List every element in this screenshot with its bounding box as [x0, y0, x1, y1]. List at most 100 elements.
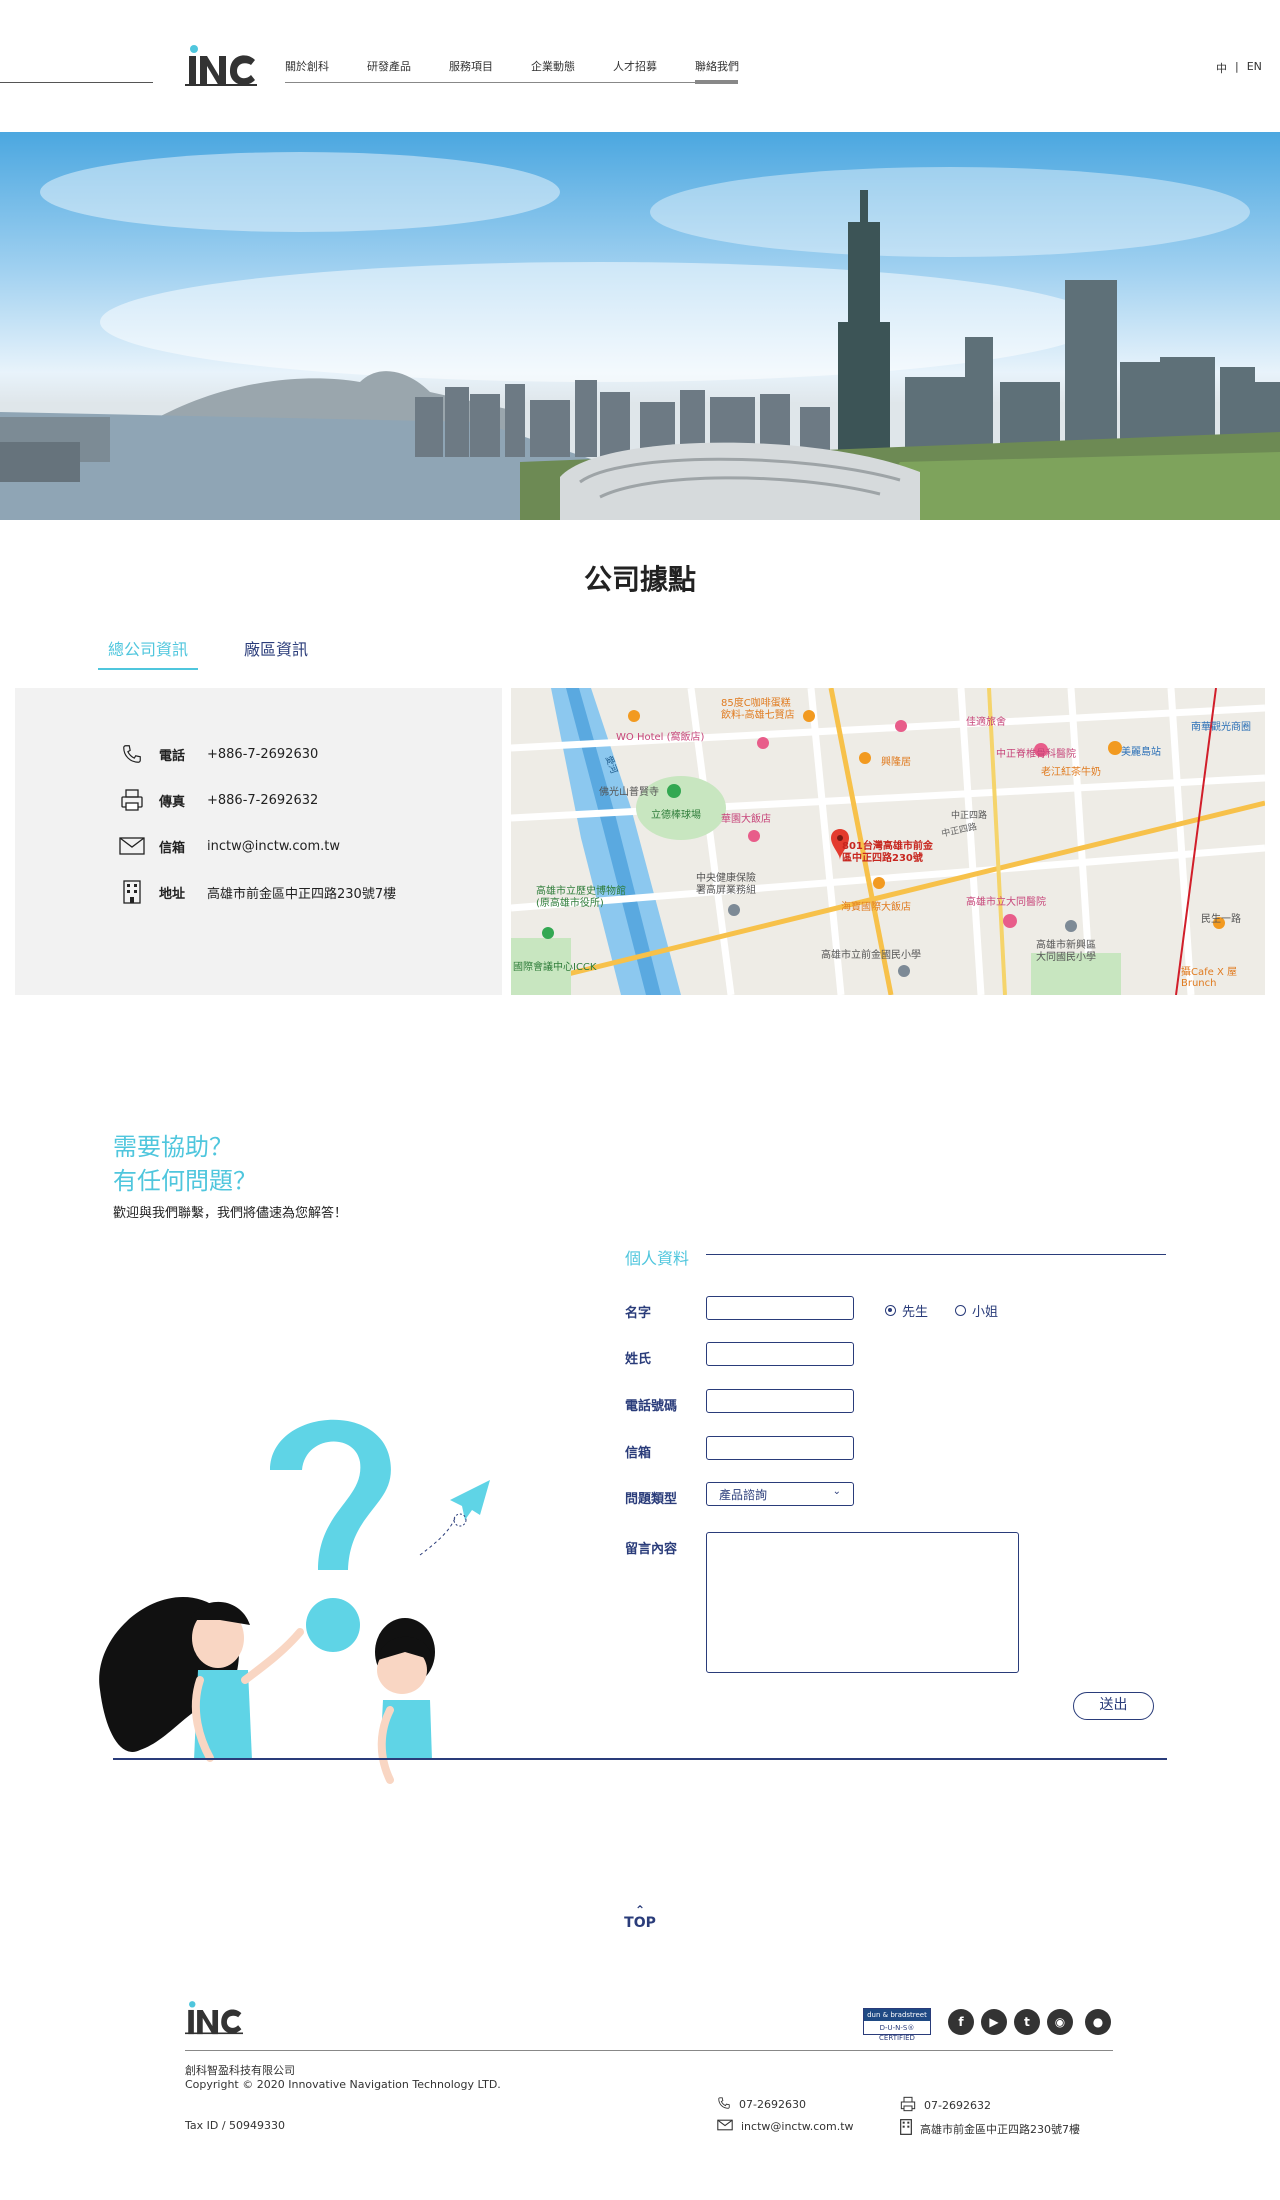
radio-mr-dot[interactable]: [885, 1305, 896, 1316]
surname-label: 姓氏: [625, 1352, 652, 1367]
email-form-label: 信箱: [625, 1446, 652, 1461]
lang-zh[interactable]: 中: [1216, 60, 1227, 76]
map-place: 民生一路: [1201, 914, 1241, 925]
help-heading: 需要協助？ 有任何問題？: [113, 1130, 257, 1198]
lang-divider: |: [1235, 60, 1239, 73]
map-place: 華園大飯店: [721, 814, 771, 825]
twitter-icon[interactable]: t: [1014, 2009, 1040, 2035]
info-email-row: 信箱 inctw@inctw.com.tw: [119, 832, 340, 860]
line-icon[interactable]: ●: [1085, 2009, 1111, 2035]
email-input[interactable]: [706, 1436, 854, 1460]
form-heading-line: [706, 1254, 1166, 1255]
back-to-top-button[interactable]: ⌃ TOP: [615, 1903, 665, 1931]
phone-icon: [119, 741, 145, 767]
lang-en[interactable]: EN: [1247, 60, 1262, 76]
fax-icon: [900, 2096, 916, 2115]
form-section-heading: 個人資料: [625, 1249, 690, 1268]
nav-careers[interactable]: 人才招募: [613, 60, 695, 84]
surname-input[interactable]: [706, 1342, 854, 1366]
question-type-label: 問題類型: [625, 1492, 678, 1507]
location-map[interactable]: 801台灣高雄市前金 區中正四路230號 85度C咖啡蛋糕 飲料-高雄七賢店 W…: [511, 688, 1265, 995]
map-place: 國際會議中心ICCK: [513, 962, 597, 973]
site-header: 關於創科 研發產品 服務項目 企業動態 人才招募 聯絡我們 中 | EN: [0, 0, 1280, 132]
map-place: 高雄市立前金國民小學: [821, 950, 921, 961]
map-place: 南華觀光商圈: [1191, 722, 1251, 733]
radio-mr[interactable]: 先生: [885, 1301, 928, 1320]
nav-about[interactable]: 關於創科: [285, 60, 367, 84]
section-divider: [113, 1758, 1167, 1760]
language-switch: 中 | EN: [1216, 60, 1262, 76]
name-label: 名字: [625, 1306, 652, 1321]
footer-email-value[interactable]: inctw@inctw.com.tw: [741, 2120, 854, 2133]
info-address-row: 地址 高雄市前金區中正四路230號7樓: [119, 878, 396, 906]
message-textarea[interactable]: [706, 1532, 1019, 1673]
map-place: 海寶國際大飯店: [841, 902, 911, 913]
company-info-panel: 電話 +886-7-2692630 傳真 +886-7-2692632 信箱 i…: [15, 688, 502, 995]
map-place: (原高雄市役所): [536, 898, 604, 909]
map-place: 高雄市立歷史博物館: [536, 886, 626, 897]
email-value[interactable]: inctw@inctw.com.tw: [207, 839, 340, 854]
footer-address-value: 高雄市前金區中正四路230號7樓: [920, 2122, 1080, 2136]
tab-headquarters[interactable]: 總公司資訊: [98, 632, 199, 670]
map-place: 佛光山普賢寺: [599, 787, 659, 798]
youtube-icon[interactable]: ▶: [981, 2009, 1007, 2035]
dnb-certified-badge[interactable]: dun & bradstreet D-U-N-S® CERTIFIED: [863, 2008, 931, 2042]
city-skyline-image: [0, 152, 1280, 520]
inc-logo[interactable]: [185, 44, 257, 88]
email-label: 信箱: [159, 840, 186, 856]
question-type-select[interactable]: 產品諮詢 ⌄: [706, 1482, 854, 1506]
instagram-icon[interactable]: ◉: [1047, 2009, 1073, 2035]
footer-tax-id: Tax ID / 50949330: [185, 2119, 286, 2132]
info-fax-row: 傳真 +886-7-2692632: [119, 786, 318, 814]
hero-banner: [0, 132, 1280, 520]
chevron-up-icon: ⌃: [634, 1903, 646, 1917]
chevron-down-icon: ⌄: [832, 1486, 841, 1497]
map-place: 高雄市新興區: [1036, 940, 1096, 951]
phone-icon: [717, 2096, 731, 2113]
radio-ms-dot[interactable]: [955, 1305, 966, 1316]
map-place: 老江紅茶牛奶: [1041, 767, 1101, 778]
footer-copyright: Copyright © 2020 Innovative Navigation T…: [185, 2078, 501, 2091]
mail-icon: [717, 2119, 733, 2134]
map-place: 興隆居: [881, 757, 911, 768]
footer-logo[interactable]: [185, 2000, 243, 2036]
fax-icon: [119, 787, 145, 813]
send-button[interactable]: 送出: [1073, 1692, 1154, 1720]
radio-ms[interactable]: 小姐: [955, 1301, 998, 1320]
nav-products[interactable]: 研發產品: [367, 60, 449, 84]
address-value: 高雄市前金區中正四路230號7樓: [207, 886, 397, 902]
map-place: 高雄市立大同醫院: [966, 897, 1046, 908]
phone-input[interactable]: [706, 1389, 854, 1413]
nav-news[interactable]: 企業動態: [531, 60, 613, 84]
phone-label: 電話: [159, 748, 186, 764]
nav-services[interactable]: 服務項目: [449, 60, 531, 84]
fax-value: +886-7-2692632: [207, 792, 319, 808]
footer-divider: [185, 2050, 1113, 2051]
fax-label: 傳真: [159, 794, 186, 810]
map-place: 中央健康保險: [696, 873, 756, 884]
footer-email: inctw@inctw.com.tw: [717, 2119, 854, 2134]
footer-company: 創科智盈科技有限公司: [185, 2064, 295, 2077]
map-place: 85度C咖啡蛋糕: [721, 698, 791, 709]
info-phone-row: 電話 +886-7-2692630: [119, 740, 318, 768]
facebook-icon[interactable]: f: [948, 2009, 974, 2035]
help-heading-line1: 需要協助？: [113, 1133, 233, 1161]
map-place: 中正脊椎骨科醫院: [996, 749, 1076, 760]
map-place: WO Hotel (窩飯店): [616, 732, 705, 743]
map-pin-label-2: 區中正四路230號: [842, 853, 923, 864]
header-line: [0, 82, 153, 83]
map-place: 大同國民小學: [1036, 952, 1096, 963]
map-place: 佳適旅舍: [966, 717, 1006, 728]
map-place: 中正四路: [951, 811, 988, 821]
radio-mr-label: 先生: [902, 1305, 929, 1320]
map-place: 立德棒球場: [651, 810, 701, 821]
phone-value: +886-7-2692630: [207, 746, 319, 762]
tab-factory[interactable]: 廠區資訊: [234, 632, 318, 670]
name-input[interactable]: [706, 1296, 854, 1320]
message-label: 留言內容: [625, 1542, 678, 1557]
nav-active-indicator: [695, 80, 738, 84]
dnb-top-text: dun & bradstreet: [864, 2009, 930, 2021]
help-illustration: [99, 1419, 490, 1784]
footer-phone-value: 07-2692630: [739, 2098, 806, 2111]
map-place: 飲料-高雄七賢店: [721, 710, 795, 721]
